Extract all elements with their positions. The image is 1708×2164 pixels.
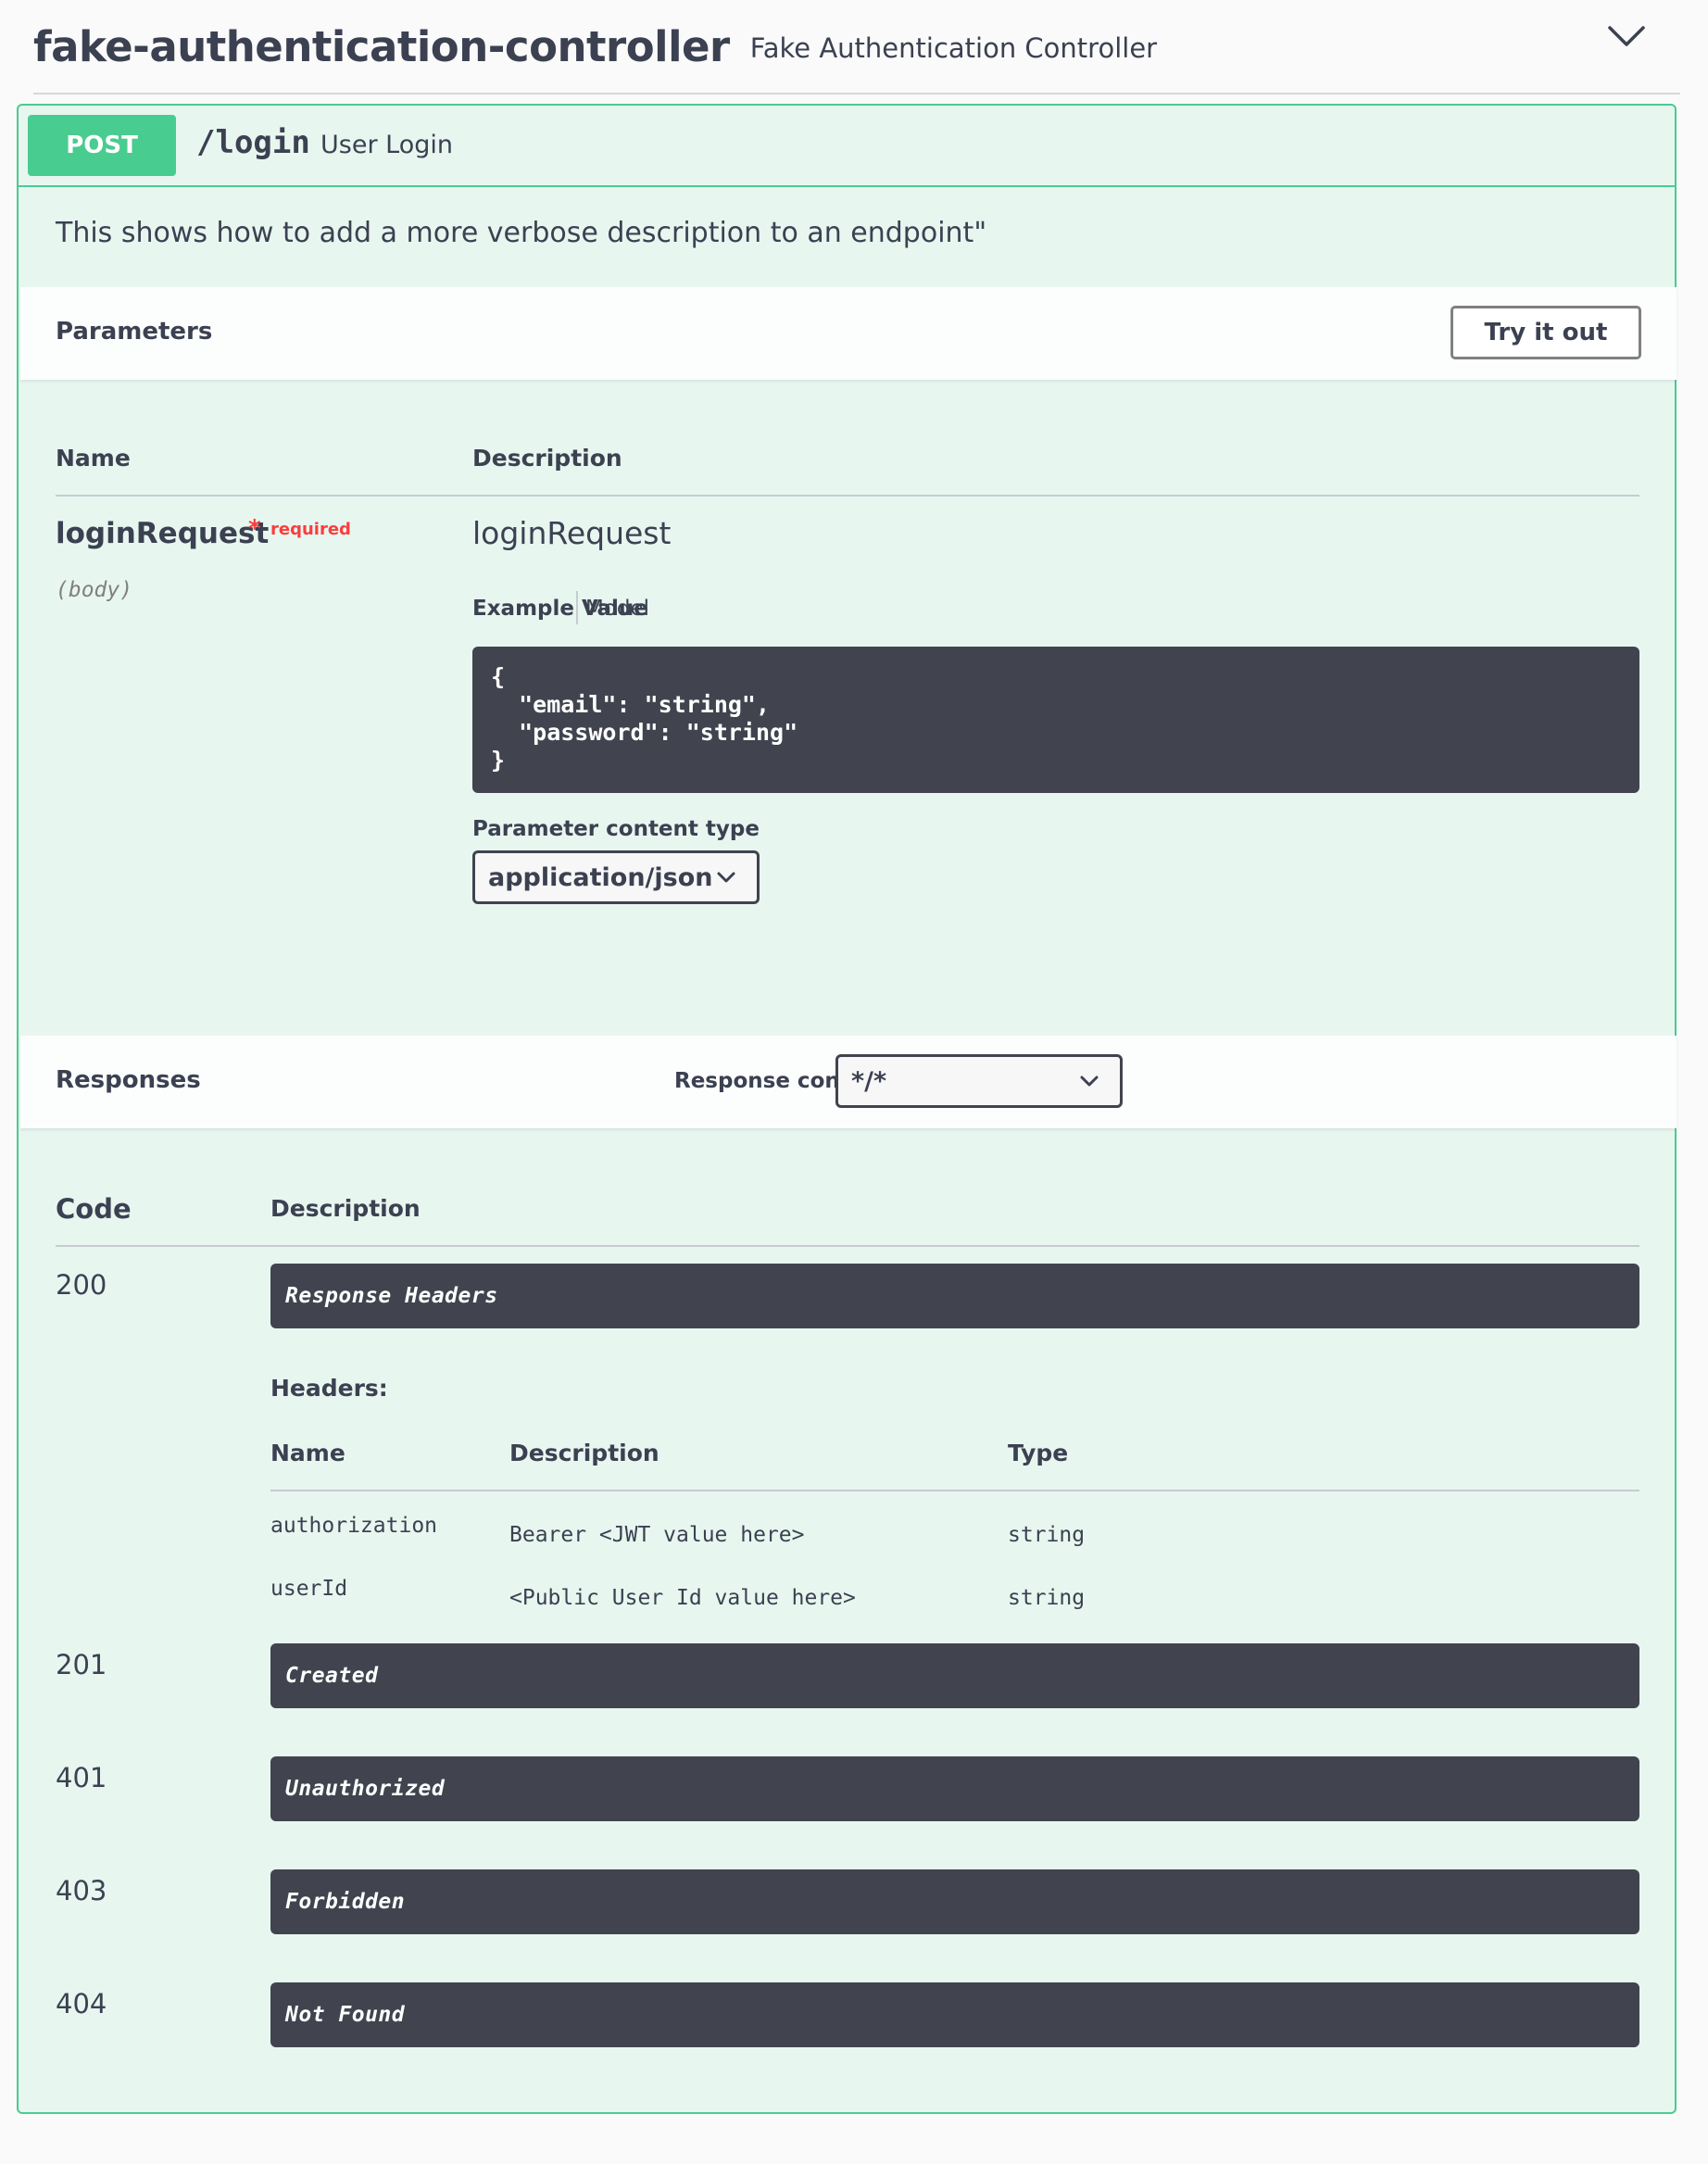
- param-content-type-select[interactable]: application/json: [472, 850, 760, 904]
- chevron-down-icon: [717, 872, 735, 883]
- param-col-name: Name: [56, 445, 131, 472]
- response-code: 401: [56, 1762, 107, 1793]
- tag-description: Fake Authentication Controller: [749, 32, 1158, 64]
- headers-title: Headers:: [270, 1375, 388, 1402]
- headers-divider: [270, 1490, 1639, 1491]
- example-value-code: { "email": "string", "password": "string…: [472, 647, 1639, 793]
- response-code: 200: [56, 1269, 107, 1301]
- header-type: string: [1008, 1523, 1086, 1547]
- parameters-header: Parameters Try it out: [20, 287, 1677, 380]
- tag-name: fake-authentication-controller: [33, 21, 730, 71]
- tab-divider: [576, 591, 578, 624]
- method-badge: POST: [28, 115, 176, 176]
- endpoint-path: /login: [196, 124, 310, 161]
- opblock-post-login: POST /login User Login This shows how to…: [17, 104, 1677, 2114]
- endpoint-summary: User Login: [320, 131, 453, 159]
- response-code: 404: [56, 1988, 107, 2019]
- response-description: Response Headers: [270, 1264, 1639, 1328]
- header-description: <Public User Id value here>: [509, 1586, 856, 1610]
- chevron-down-icon: [1080, 1076, 1099, 1087]
- tab-model[interactable]: Model: [585, 597, 649, 621]
- tag-header[interactable]: fake-authentication-controller Fake Auth…: [33, 0, 1680, 94]
- response-description: Forbidden: [270, 1869, 1639, 1934]
- param-header-divider: [56, 495, 1639, 497]
- response-header-divider: [56, 1245, 1639, 1247]
- param-content-type-label: Parameter content type: [472, 817, 760, 841]
- response-col-code: Code: [56, 1193, 132, 1225]
- headers-col-description: Description: [509, 1440, 659, 1466]
- headers-col-name: Name: [270, 1440, 345, 1466]
- param-col-description: Description: [472, 445, 622, 472]
- parameters-title: Parameters: [56, 318, 213, 346]
- header-name: authorization: [270, 1514, 438, 1538]
- response-description: Unauthorized: [270, 1756, 1639, 1821]
- headers-col-type: Type: [1008, 1440, 1069, 1466]
- param-content-type-value: application/json: [488, 862, 713, 892]
- response-code: 201: [56, 1649, 107, 1680]
- response-content-type-select[interactable]: */*: [835, 1054, 1123, 1108]
- response-col-description: Description: [270, 1195, 421, 1222]
- response-description: Created: [270, 1643, 1639, 1708]
- response-content-type-value: */*: [851, 1066, 887, 1096]
- param-description: loginRequest: [472, 515, 672, 551]
- header-description: Bearer <JWT value here>: [509, 1523, 805, 1547]
- responses-header: Responses Response content type */*: [20, 1036, 1677, 1128]
- chevron-down-icon[interactable]: [1606, 22, 1647, 50]
- header-type: string: [1008, 1586, 1086, 1610]
- operation-description: This shows how to add a more verbose des…: [56, 217, 987, 249]
- required-label: required: [270, 520, 351, 539]
- opblock-summary[interactable]: POST /login User Login: [19, 106, 1675, 187]
- response-code: 403: [56, 1875, 107, 1906]
- param-name: loginRequest: [56, 517, 270, 550]
- required-star: *: [248, 515, 261, 543]
- response-description: Not Found: [270, 1982, 1639, 2047]
- try-it-out-button[interactable]: Try it out: [1451, 306, 1641, 359]
- header-name: userId: [270, 1577, 348, 1601]
- responses-title: Responses: [56, 1066, 201, 1094]
- param-location: (body): [56, 578, 133, 602]
